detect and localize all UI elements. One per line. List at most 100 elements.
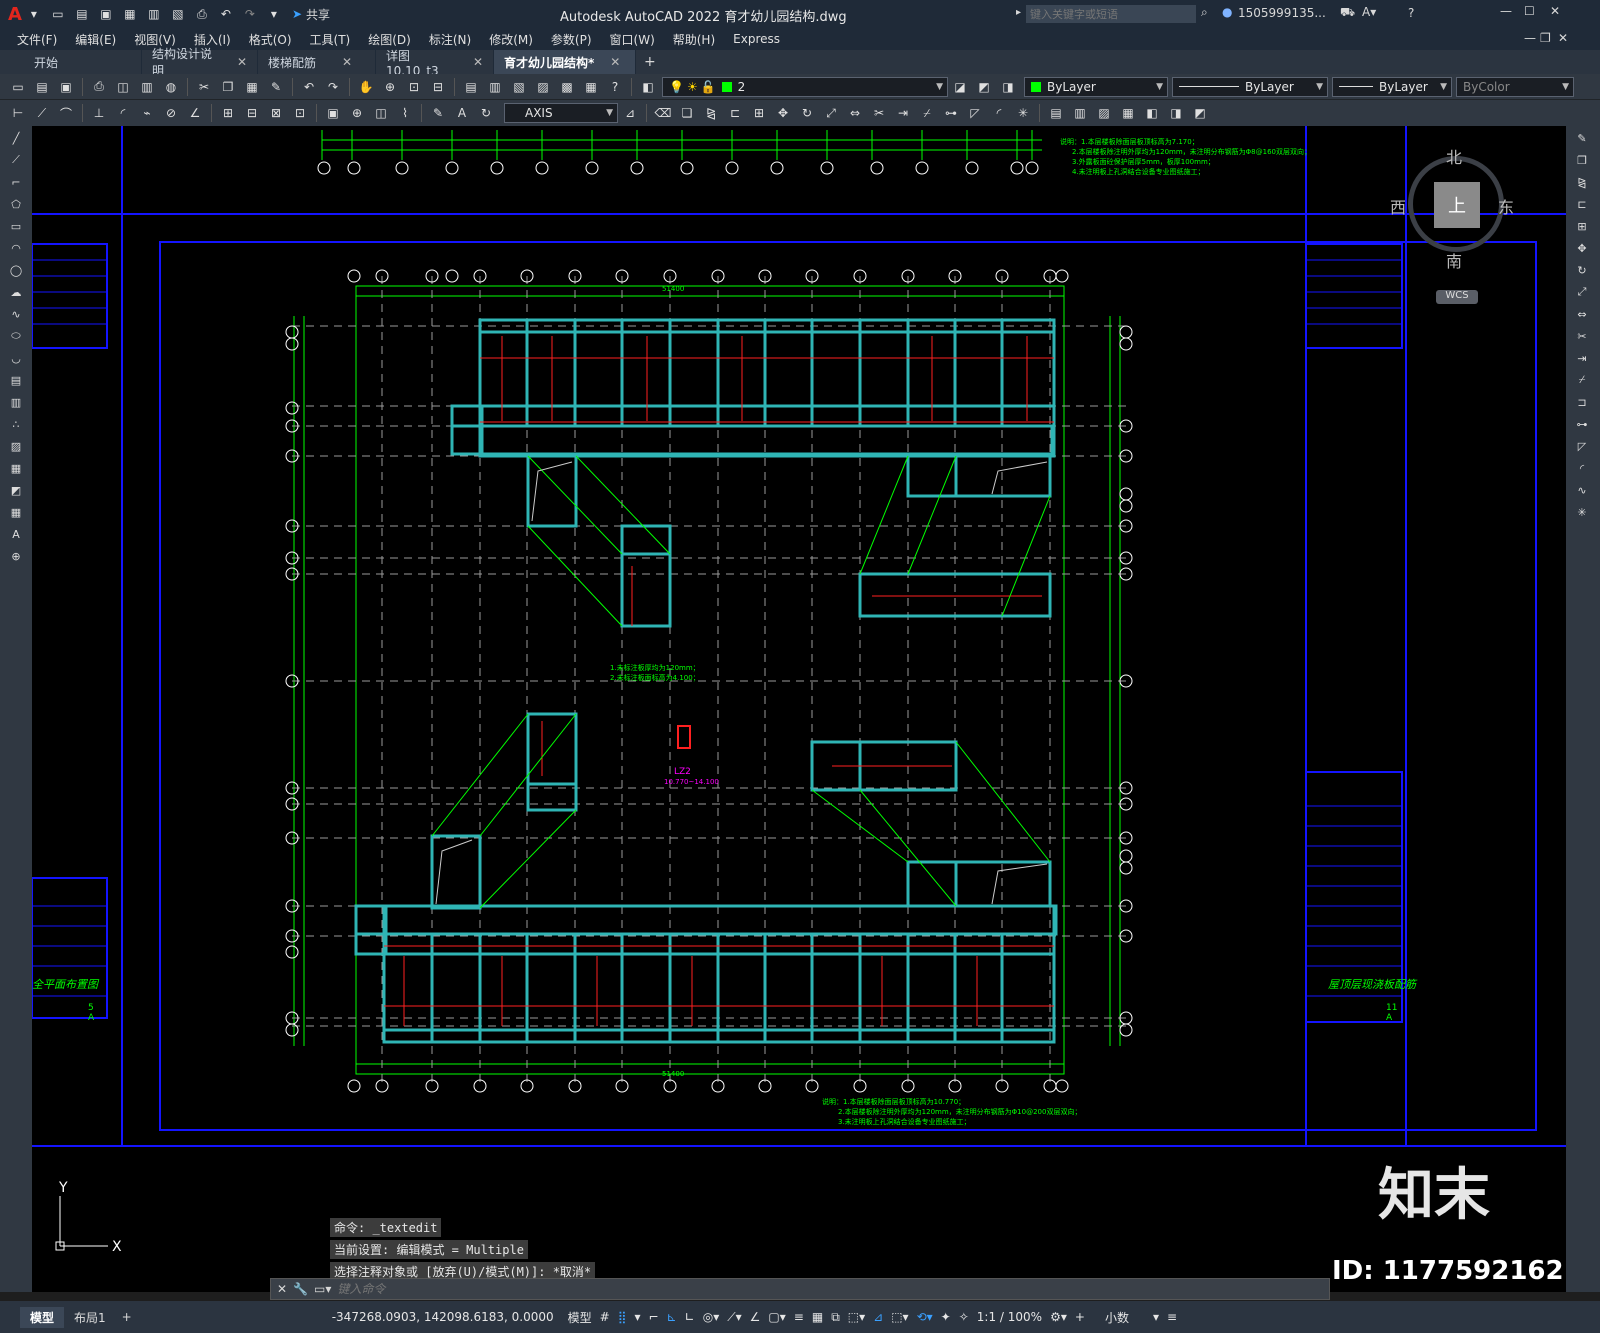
boundary-icon[interactable]: ◨ (1166, 103, 1186, 123)
search-input[interactable] (1026, 5, 1196, 23)
table-icon[interactable]: ▦ (5, 502, 27, 522)
mirror-icon[interactable]: ⧎ (1571, 172, 1593, 192)
tab-close-icon[interactable]: ✕ (237, 55, 247, 69)
make-block-icon[interactable]: ▥ (5, 392, 27, 412)
gizmo-icon[interactable]: ⟲▾ (917, 1310, 933, 1324)
compass-north[interactable]: 北 (1446, 144, 1462, 168)
explode-icon[interactable]: ✳ (1013, 103, 1033, 123)
help-icon[interactable]: ? (605, 77, 625, 97)
dim-update-icon[interactable]: ↻ (476, 103, 496, 123)
preview-icon[interactable]: ◫ (113, 77, 133, 97)
layer-thaw-icon[interactable]: ☀ (687, 80, 698, 94)
infer-constraints-icon[interactable]: ⌐ (649, 1310, 659, 1324)
tab-design-notes[interactable]: 结构设计说明 ✕ (142, 47, 258, 78)
baseline-dim-icon[interactable]: ⊟ (242, 103, 262, 123)
expand-arrow-icon[interactable]: ▸ (1016, 7, 1021, 18)
menu-modify[interactable]: 修改(M) (480, 31, 542, 48)
customize-quick-access-icon[interactable]: ▾ (264, 4, 284, 24)
save-icon[interactable]: ▣ (56, 77, 76, 97)
menu-format[interactable]: 格式(O) (240, 31, 301, 48)
doc-minimize-icon[interactable]: — (1524, 31, 1536, 45)
block-create-icon[interactable]: ▥ (1070, 103, 1090, 123)
globe-icon[interactable]: ◍ (161, 77, 181, 97)
share-button[interactable]: ➤ 共享 (292, 6, 330, 23)
account-icon[interactable]: A▾ (1362, 5, 1376, 19)
viewcube[interactable]: 上 北 南 西 东 WCS (1390, 148, 1514, 308)
minimize-icon[interactable]: — (1500, 4, 1512, 18)
point-icon[interactable]: ∴ (5, 414, 27, 434)
customize-status-icon[interactable]: ≡ (1167, 1310, 1177, 1324)
markup-icon[interactable]: ▩ (557, 77, 577, 97)
array-icon[interactable]: ⊞ (1571, 216, 1593, 236)
menu-edit[interactable]: 编辑(E) (66, 31, 125, 48)
fillet-icon[interactable]: ◜ (989, 103, 1009, 123)
open-file-icon[interactable]: ▤ (72, 4, 92, 24)
layout-tab-model[interactable]: 模型 (20, 1306, 65, 1328)
trim-icon[interactable]: ✂ (1571, 326, 1593, 346)
region-icon[interactable]: ◩ (5, 480, 27, 500)
workspace-icon[interactable]: ⚙▾ (1050, 1310, 1067, 1324)
publish-icon[interactable]: ▥ (144, 4, 164, 24)
erase-icon[interactable]: ⌫ (653, 103, 673, 123)
ortho-icon[interactable]: ∟ (685, 1310, 695, 1324)
layer-lock-icon[interactable]: 🔓 (701, 80, 716, 94)
menu-window[interactable]: 窗口(W) (601, 31, 664, 48)
wcs-menu[interactable]: WCS (1436, 290, 1478, 304)
scale-icon[interactable]: ⤢ (1571, 282, 1593, 302)
compass-east[interactable]: 东 (1498, 194, 1514, 218)
dynamic-ucs-icon[interactable]: ⊿ (873, 1310, 883, 1324)
arc-icon[interactable]: ◠ (5, 238, 27, 258)
snap-icon[interactable]: ⣿ (618, 1310, 627, 1324)
tab-close-icon[interactable]: ✕ (342, 55, 352, 69)
layer-previous-icon[interactable]: ◩ (974, 77, 994, 97)
doc-restore-icon[interactable]: ❐ (1540, 31, 1551, 45)
annotation-scale[interactable]: 1:1 / 100% (977, 1310, 1042, 1324)
blend-icon[interactable]: ∿ (1571, 480, 1593, 500)
tolerance-icon[interactable]: ▣ (323, 103, 343, 123)
coordinates-readout[interactable]: -347268.0903, 142098.6183, 0.0000 (332, 1310, 554, 1324)
dim-edit-icon[interactable]: ✎ (428, 103, 448, 123)
viewcube-top-face[interactable]: 上 (1434, 182, 1480, 228)
copy-object-icon[interactable]: ❏ (677, 103, 697, 123)
move-icon[interactable]: ✥ (1571, 238, 1593, 258)
selection-cycling-icon[interactable]: ⧉ (831, 1310, 840, 1325)
paste-icon[interactable]: ▦ (242, 77, 262, 97)
redo-icon[interactable]: ↷ (240, 4, 260, 24)
autocad-logo-icon[interactable]: A (8, 4, 22, 25)
make-current-layer-icon[interactable]: ◪ (950, 77, 970, 97)
linetype-dropdown[interactable]: ByLayer ▼ (1172, 76, 1328, 97)
command-input[interactable] (337, 1280, 1329, 1298)
drawing-canvas[interactable]: 说明：1.本层楼板除面层板顶标高为7.170； 2.本层楼板除注明外厚均为120… (32, 126, 1566, 1292)
command-customize-icon[interactable]: 🔧 (293, 1282, 308, 1296)
scale-icon[interactable]: ⤢ (821, 103, 841, 123)
dynamic-input-icon[interactable]: ⊾ (667, 1310, 677, 1324)
chamfer-icon[interactable]: ◸ (1571, 436, 1593, 456)
dim-style-icon[interactable]: ⊿ (620, 103, 640, 123)
linear-dim-icon[interactable]: ⊢ (8, 103, 28, 123)
rectangle-icon[interactable]: ▭ (5, 216, 27, 236)
app-menu-chevron-icon[interactable]: ▾ (24, 4, 44, 24)
command-close-icon[interactable]: ✕ (277, 1282, 287, 1296)
annotation-visibility-icon[interactable]: ✦ (941, 1310, 951, 1324)
menu-help[interactable]: 帮助(H) (664, 31, 724, 48)
doc-close-icon[interactable]: ✕ (1558, 31, 1568, 45)
tool-palettes-icon[interactable]: ▧ (509, 77, 529, 97)
arc-length-icon[interactable]: ⌒ (56, 103, 76, 123)
join-icon[interactable]: ⊶ (941, 103, 961, 123)
tab-start[interactable]: 开始 (24, 50, 142, 74)
redo-icon[interactable]: ↷ (323, 77, 343, 97)
properties-icon[interactable]: ▤ (461, 77, 481, 97)
copy-icon[interactable]: ❐ (1571, 150, 1593, 170)
mirror-icon[interactable]: ⧎ (701, 103, 721, 123)
publish-icon[interactable]: ▥ (137, 77, 157, 97)
table-icon[interactable]: ▦ (1118, 103, 1138, 123)
group-icon[interactable]: ◩ (1190, 103, 1210, 123)
stretch-icon[interactable]: ⇔ (845, 103, 865, 123)
hatch-icon[interactable]: ▨ (5, 436, 27, 456)
lineweight-dropdown[interactable]: ByLayer ▼ (1332, 76, 1452, 97)
grid-icon[interactable]: # (600, 1310, 610, 1324)
angular-dim-icon[interactable]: ∠ (185, 103, 205, 123)
ellipse-icon[interactable]: ⬭ (5, 326, 27, 346)
object-snap-icon[interactable]: ▢▾ (768, 1310, 785, 1324)
isometric-icon[interactable]: ⟋▾ (727, 1310, 741, 1325)
